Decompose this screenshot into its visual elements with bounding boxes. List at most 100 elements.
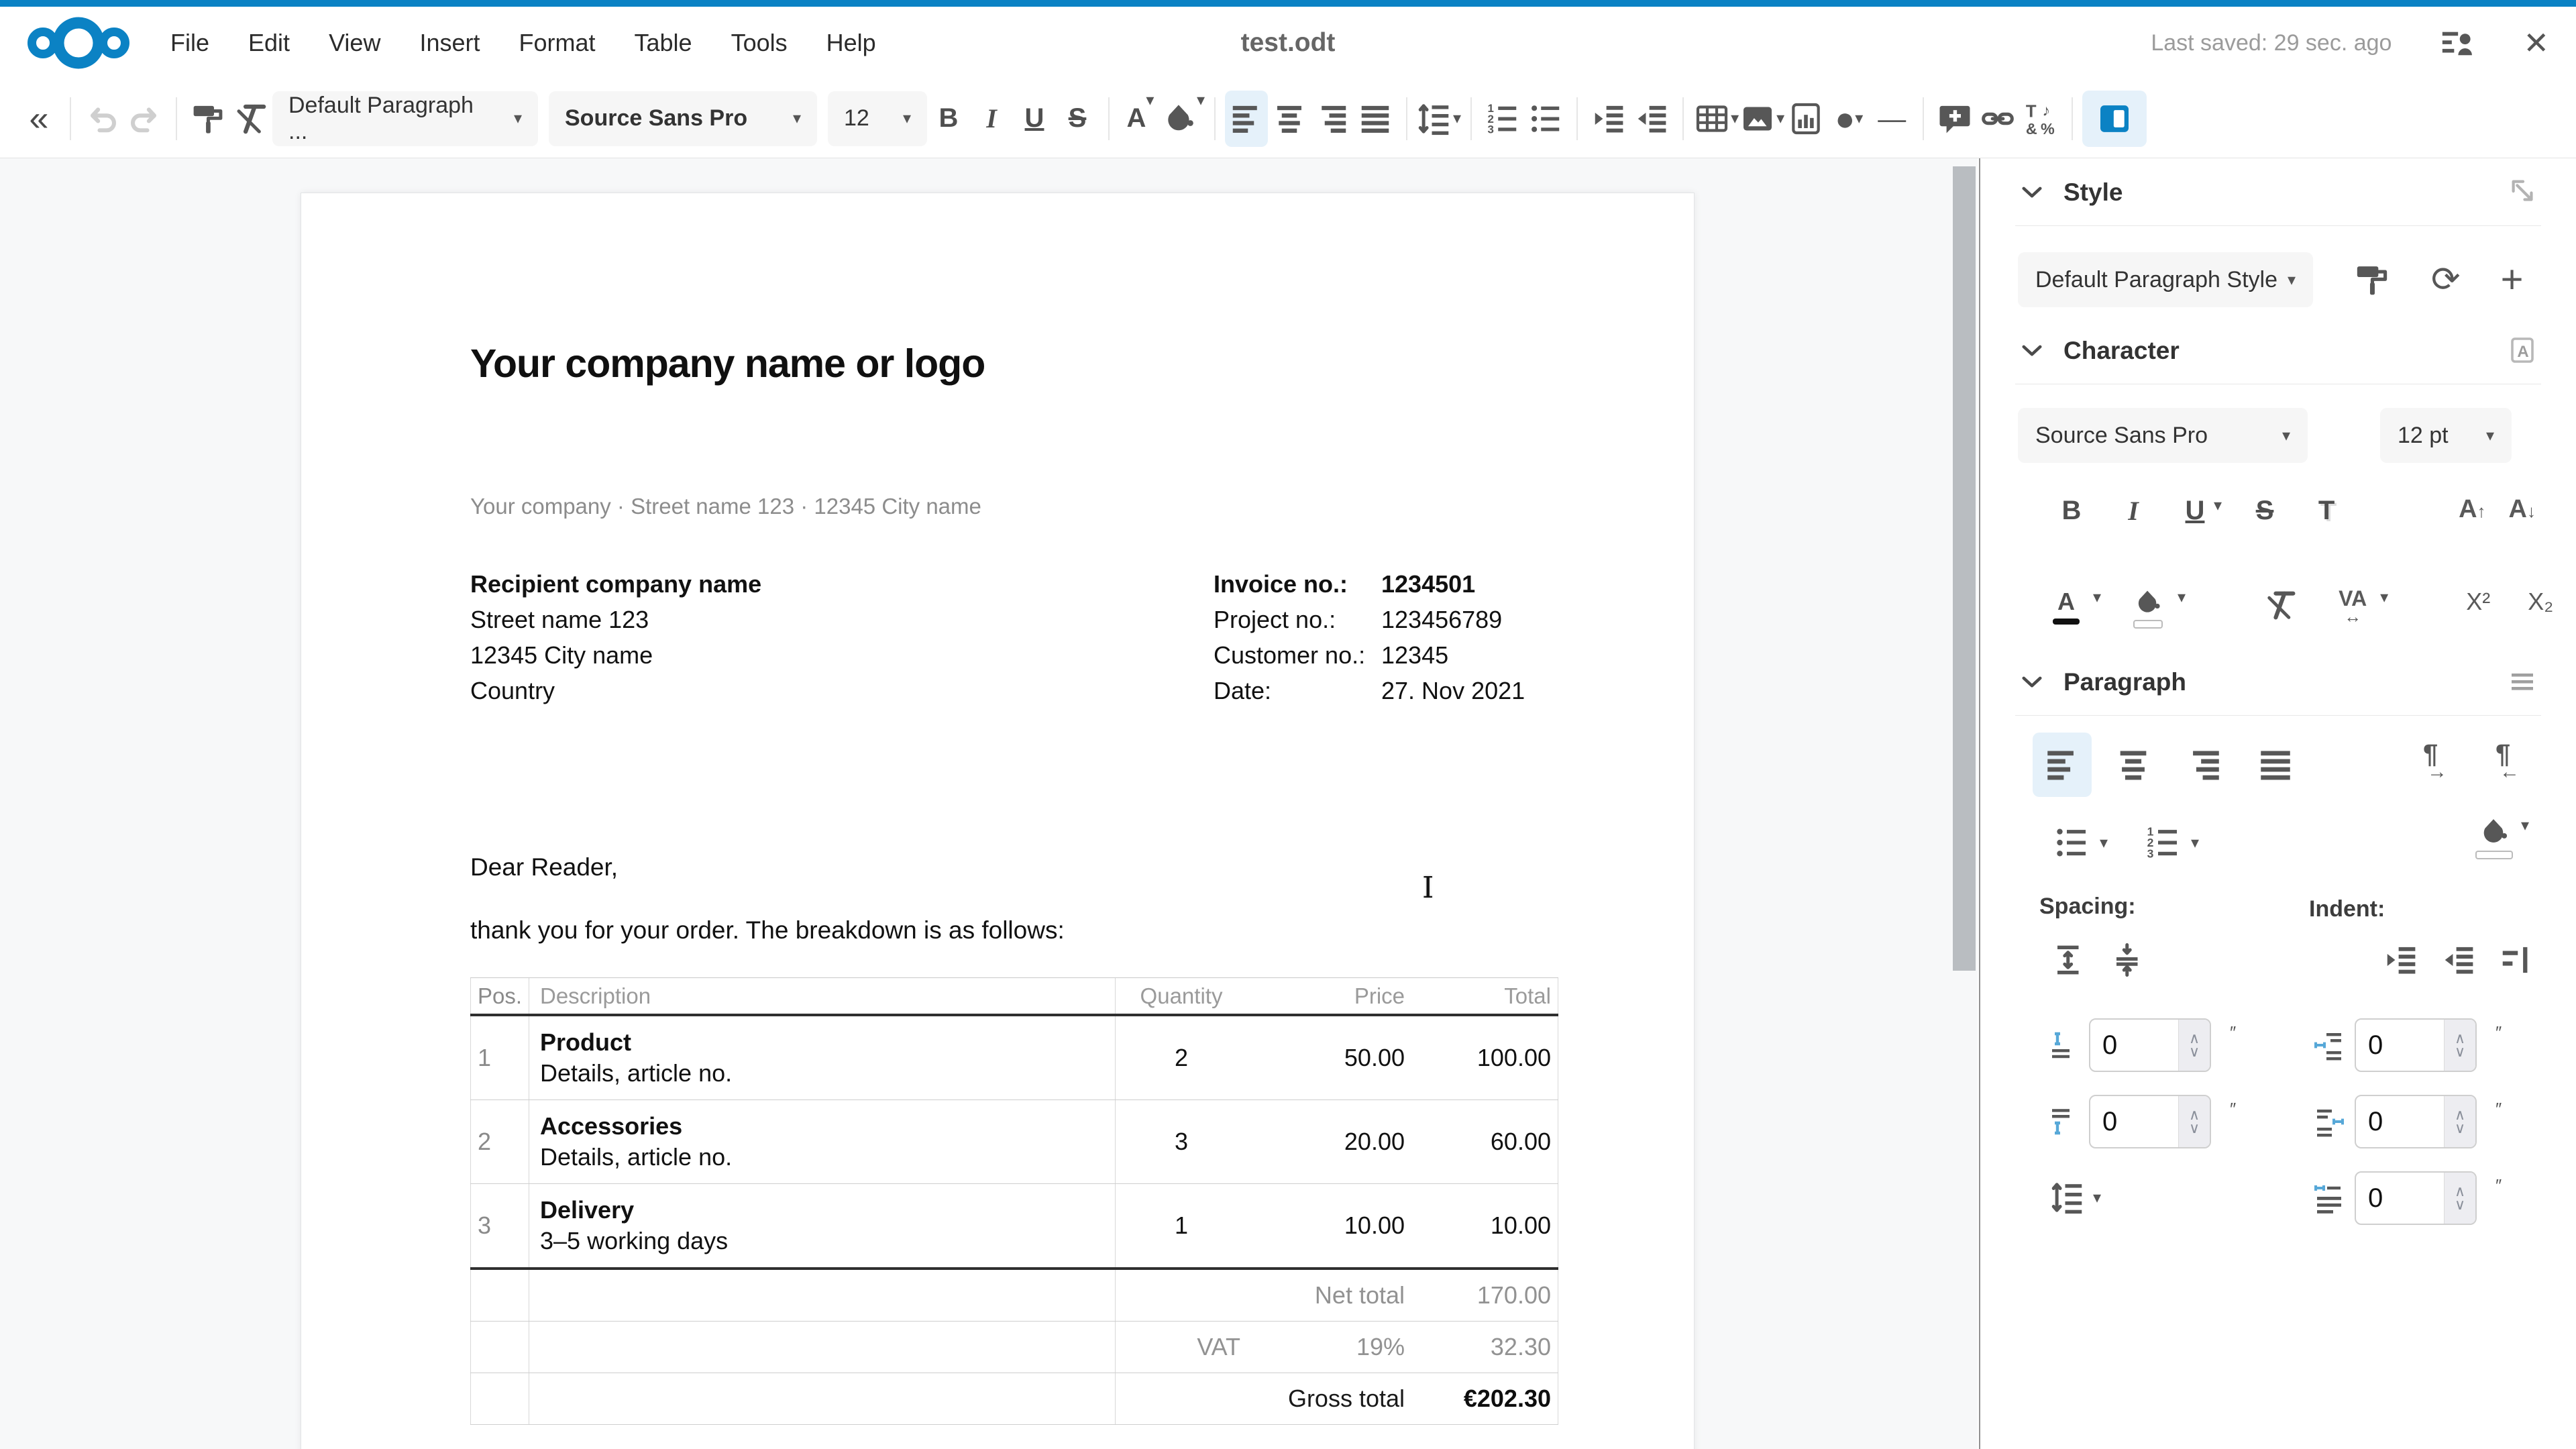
grow-font-button[interactable]: A↑ — [2459, 495, 2485, 524]
sidebar-align-left-button[interactable] — [2033, 733, 2092, 797]
decrease-indent-button[interactable] — [1630, 91, 1673, 147]
menu-table[interactable]: Table — [635, 29, 692, 57]
section-divider — [2015, 225, 2541, 226]
menu-format[interactable]: Format — [519, 29, 596, 57]
document-canvas[interactable]: Your company name or logo Your company ·… — [0, 158, 1978, 1449]
indent-before-input[interactable]: 0 ∧∨ — [2355, 1018, 2477, 1072]
style-section-header[interactable]: Style — [2018, 178, 2123, 207]
align-left-button[interactable] — [1225, 91, 1268, 147]
ordered-list-button[interactable] — [1481, 91, 1524, 147]
hanging-indent-icon[interactable] — [2498, 942, 2534, 978]
new-style-icon[interactable]: + — [2501, 260, 2524, 299]
sidebar-font-color-button[interactable]: A — [2053, 588, 2080, 625]
menu-insert[interactable]: Insert — [419, 29, 480, 57]
spacing-above-icon — [2047, 1029, 2080, 1061]
superscript-button[interactable]: X² — [2466, 588, 2490, 616]
user-list-icon[interactable] — [2438, 24, 2476, 62]
stepper-buttons[interactable]: ∧∨ — [2178, 1096, 2210, 1147]
close-icon[interactable]: ✕ — [2523, 28, 2549, 58]
paragraph-dialog-icon[interactable] — [2506, 665, 2538, 698]
insert-comment-button[interactable] — [1933, 91, 1976, 147]
increase-spacing-icon[interactable] — [2051, 942, 2088, 978]
clear-formatting-button[interactable] — [229, 91, 272, 147]
insert-link-button[interactable] — [1976, 91, 2019, 147]
bold-button[interactable]: B — [927, 91, 970, 147]
paragraph-section-header[interactable]: Paragraph — [2018, 668, 2186, 696]
first-line-indent-input[interactable]: 0 ∧∨ — [2355, 1171, 2477, 1225]
sidebar-line-spacing-button[interactable] — [2050, 1179, 2086, 1216]
align-right-button[interactable] — [1311, 91, 1354, 147]
italic-button[interactable]: I — [970, 91, 1013, 147]
menu-help[interactable]: Help — [826, 29, 876, 57]
sidebar-align-right-button[interactable] — [2175, 737, 2234, 793]
sidebar-italic-button[interactable]: I — [2114, 495, 2152, 527]
sidebar-toggle-button[interactable] — [2082, 91, 2147, 147]
sidebar-shadow-button[interactable]: T — [2308, 496, 2345, 526]
strikethrough-button[interactable]: S — [1056, 91, 1099, 147]
underline-button[interactable]: U — [1013, 91, 1056, 147]
font-size-select[interactable]: 12▾ — [828, 91, 927, 146]
sidebar-strikethrough-button[interactable]: S — [2246, 496, 2284, 526]
decrease-spacing-icon[interactable] — [2110, 942, 2147, 978]
menu-tools[interactable]: Tools — [731, 29, 788, 57]
paragraph-background-color-button[interactable] — [2475, 816, 2513, 859]
insert-chart-button[interactable] — [1784, 91, 1827, 147]
align-center-button[interactable] — [1268, 91, 1311, 147]
sidebar-font-name-select[interactable]: Source Sans Pro▾ — [2018, 408, 2308, 463]
sidebar-clear-formatting-button[interactable] — [2263, 588, 2298, 623]
character-section-header[interactable]: Character — [2018, 337, 2180, 365]
table-row: 3 Delivery3–5 working days 1 10.00 10.00 — [470, 1184, 1558, 1270]
toolbar: « Default Paragraph ...▾ Source Sans Pro… — [0, 79, 2576, 158]
insert-horizontal-line-button[interactable]: — — [1870, 91, 1913, 147]
character-spacing-button[interactable]: VA↔ — [2339, 588, 2367, 625]
sidebar-unordered-list-button[interactable] — [2053, 824, 2090, 861]
stepper-buttons[interactable]: ∧∨ — [2444, 1020, 2475, 1071]
highlight-color-button[interactable]: ▾ — [1162, 91, 1205, 147]
spacing-below-input[interactable]: 0 ∧∨ — [2089, 1095, 2211, 1148]
indent-after-input[interactable]: 0 ∧∨ — [2355, 1095, 2477, 1148]
undo-button[interactable] — [80, 91, 123, 147]
special-character-button[interactable] — [2019, 91, 2062, 147]
sidebar-ordered-list-button[interactable] — [2144, 824, 2182, 861]
sidebar-highlight-color-button[interactable] — [2132, 588, 2164, 629]
clone-formatting-button[interactable] — [186, 91, 229, 147]
menu-file[interactable]: File — [170, 29, 209, 57]
subscript-button[interactable]: X₂ — [2528, 588, 2553, 616]
sidebar-align-center-button[interactable] — [2104, 737, 2163, 793]
insert-shape-button[interactable]: ●▾ — [1827, 91, 1870, 147]
insert-image-button[interactable]: ▾ — [1739, 91, 1784, 147]
menu-view[interactable]: View — [329, 29, 380, 57]
document-page[interactable]: Your company name or logo Your company ·… — [301, 193, 1695, 1449]
increase-indent-button[interactable] — [1587, 91, 1630, 147]
stepper-buttons[interactable]: ∧∨ — [2178, 1020, 2210, 1071]
stepper-buttons[interactable]: ∧∨ — [2444, 1173, 2475, 1224]
sidebar-increase-indent-icon[interactable] — [2383, 942, 2419, 978]
unordered-list-button[interactable] — [1524, 91, 1567, 147]
character-dialog-icon[interactable] — [2506, 334, 2538, 366]
font-color-button[interactable]: A▾ — [1119, 91, 1162, 147]
sidebar-underline-button[interactable]: U▾ — [2176, 496, 2222, 526]
font-name-select[interactable]: Source Sans Pro▾ — [549, 91, 817, 146]
stepper-buttons[interactable]: ∧∨ — [2444, 1096, 2475, 1147]
insert-table-button[interactable]: ▾ — [1693, 91, 1739, 147]
vertical-scrollbar[interactable] — [1953, 166, 1976, 971]
sidebar-bold-button[interactable]: B — [2053, 496, 2090, 526]
sidebar-decrease-indent-icon[interactable] — [2440, 942, 2477, 978]
sidebar-align-justify-button[interactable] — [2246, 737, 2305, 793]
align-justify-button[interactable] — [1354, 91, 1397, 147]
sidebar-paragraph-style-select[interactable]: Default Paragraph Style▾ — [2018, 252, 2313, 307]
clone-formatting-icon[interactable] — [2353, 261, 2391, 299]
paragraph-style-select[interactable]: Default Paragraph ...▾ — [272, 91, 538, 146]
menu-edit[interactable]: Edit — [248, 29, 290, 57]
redo-button[interactable] — [123, 91, 166, 147]
shrink-font-button[interactable]: A↓ — [2509, 495, 2536, 524]
update-style-icon[interactable]: ⟳ — [2431, 262, 2461, 297]
paragraph-ltr-button[interactable]: ¶→ — [2418, 743, 2461, 786]
app-window: File Edit View Insert Format Table Tools… — [0, 0, 2576, 1449]
detach-panel-icon[interactable] — [2508, 176, 2538, 207]
spacing-above-input[interactable]: 0 ∧∨ — [2089, 1018, 2211, 1072]
collapse-toolbar-button[interactable]: « — [17, 91, 60, 147]
line-spacing-button[interactable]: ▾ — [1417, 91, 1461, 147]
sidebar-font-size-select[interactable]: 12 pt▾ — [2380, 408, 2512, 463]
paragraph-rtl-button[interactable]: ¶← — [2490, 743, 2533, 786]
